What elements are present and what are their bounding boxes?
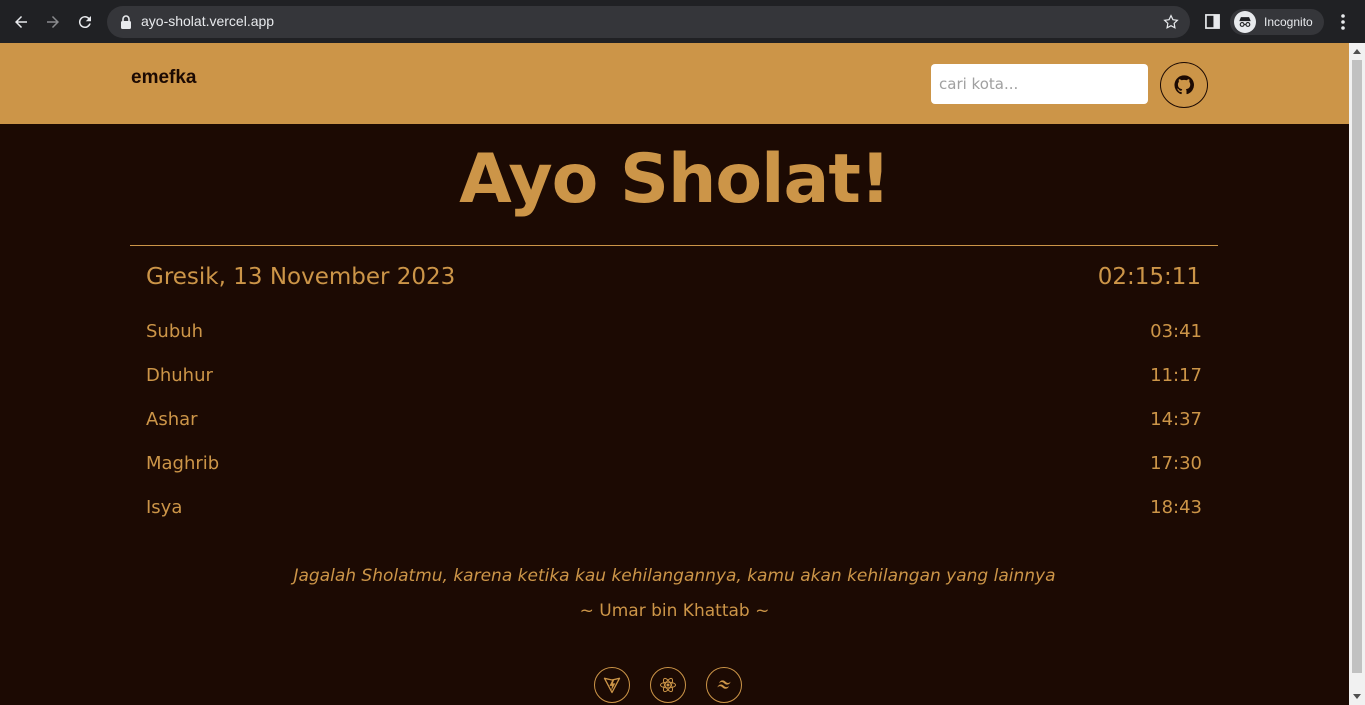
scroll-up-icon[interactable] bbox=[1353, 49, 1361, 54]
github-button[interactable] bbox=[1160, 62, 1208, 108]
incognito-icon bbox=[1234, 11, 1256, 33]
prayer-row-dhuhur: Dhuhur 11:17 bbox=[146, 365, 1202, 409]
github-icon bbox=[1174, 75, 1194, 95]
vite-icon[interactable] bbox=[594, 667, 630, 703]
lock-icon[interactable] bbox=[119, 14, 133, 30]
incognito-badge[interactable]: Incognito bbox=[1230, 9, 1324, 35]
scrollbar-thumb[interactable] bbox=[1352, 60, 1362, 673]
react-icon[interactable] bbox=[650, 667, 686, 703]
address-bar[interactable]: ayo-sholat.vercel.app bbox=[107, 6, 1190, 38]
tailwind-icon[interactable] bbox=[706, 667, 742, 703]
prayer-row-isya: Isya 18:43 bbox=[146, 497, 1202, 541]
back-icon[interactable] bbox=[10, 11, 32, 33]
url-text[interactable]: ayo-sholat.vercel.app bbox=[141, 13, 274, 29]
location-date: Gresik, 13 November 2023 bbox=[146, 264, 456, 290]
site-header: emefka bbox=[0, 43, 1349, 124]
page: emefka Ayo Sholat! Gresik, 13 November 2… bbox=[0, 43, 1349, 705]
page-title: Ayo Sholat! bbox=[459, 140, 891, 219]
quote-text: Jagalah Sholatmu, karena ketika kau kehi… bbox=[293, 566, 1056, 586]
browser-chrome: ayo-sholat.vercel.app Incognito bbox=[0, 0, 1365, 43]
current-time: 02:15:11 bbox=[1097, 264, 1201, 290]
prayer-name: Subuh bbox=[146, 321, 204, 342]
scroll-down-icon[interactable] bbox=[1353, 694, 1361, 699]
prayer-row-maghrib: Maghrib 17:30 bbox=[146, 453, 1202, 497]
scrollbar[interactable] bbox=[1349, 43, 1365, 705]
prayer-times-list: Subuh 03:41 Dhuhur 11:17 Ashar 14:37 Mag… bbox=[146, 321, 1202, 541]
brand-logo[interactable]: emefka bbox=[131, 67, 197, 89]
forward-icon[interactable] bbox=[42, 11, 64, 33]
prayer-row-ashar: Ashar 14:37 bbox=[146, 409, 1202, 453]
prayer-name: Isya bbox=[146, 497, 183, 518]
quote-author: ~ Umar bin Khattab ~ bbox=[579, 601, 770, 621]
star-icon[interactable] bbox=[1162, 13, 1180, 31]
divider bbox=[130, 245, 1218, 246]
prayer-time: 14:37 bbox=[1150, 409, 1202, 430]
prayer-time: 03:41 bbox=[1150, 321, 1202, 342]
prayer-name: Dhuhur bbox=[146, 365, 213, 386]
city-search-input[interactable] bbox=[931, 64, 1148, 104]
reload-icon[interactable] bbox=[74, 11, 96, 33]
prayer-name: Maghrib bbox=[146, 453, 220, 474]
tech-stack-icons bbox=[594, 667, 744, 705]
menu-icon[interactable] bbox=[1336, 12, 1350, 32]
prayer-time: 18:43 bbox=[1150, 497, 1202, 518]
prayer-time: 11:17 bbox=[1150, 365, 1202, 386]
prayer-name: Ashar bbox=[146, 409, 198, 430]
side-panel-icon[interactable] bbox=[1205, 14, 1220, 29]
incognito-label: Incognito bbox=[1264, 15, 1313, 29]
prayer-time: 17:30 bbox=[1150, 453, 1202, 474]
prayer-row-subuh: Subuh 03:41 bbox=[146, 321, 1202, 365]
